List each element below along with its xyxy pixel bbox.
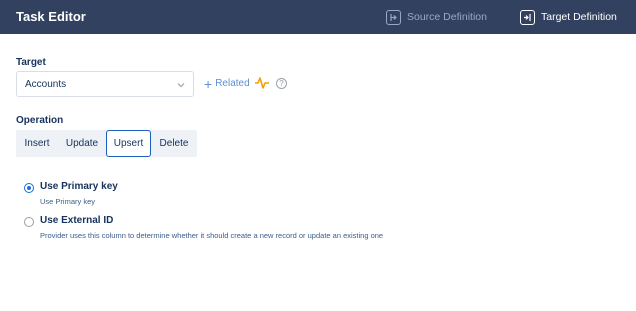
operation-delete[interactable]: Delete	[151, 130, 197, 157]
target-label: Target	[16, 57, 46, 68]
external-id-option[interactable]: Use External ID Provider uses this colum…	[24, 215, 383, 240]
chevron-down-icon	[177, 83, 185, 88]
page-title: Task Editor	[16, 9, 86, 24]
related-link[interactable]: + Related	[204, 75, 250, 92]
target-definition-button[interactable]: Target Definition	[520, 8, 617, 26]
primary-key-title: Use Primary key	[40, 181, 118, 192]
target-select[interactable]: Accounts	[16, 71, 194, 97]
header-bar: Task Editor Source Definition Target Def…	[0, 0, 636, 34]
related-label: Related	[215, 78, 250, 89]
external-id-radio[interactable]	[24, 217, 34, 227]
operation-label: Operation	[16, 115, 64, 126]
primary-key-description: Use Primary key	[40, 197, 96, 206]
target-definition-label: Target Definition	[541, 11, 617, 23]
operation-update[interactable]: Update	[58, 130, 106, 157]
operation-selector: Insert Update Upsert Delete	[16, 130, 197, 157]
pulse-icon[interactable]	[255, 77, 269, 89]
operation-insert[interactable]: Insert	[16, 130, 58, 157]
primary-key-option[interactable]: Use Primary key Use Primary key	[24, 181, 118, 206]
plus-icon: +	[204, 75, 213, 92]
source-definition-label: Source Definition	[407, 11, 487, 23]
source-definition-button[interactable]: Source Definition	[386, 8, 487, 26]
branch-split-icon	[520, 9, 535, 25]
operation-upsert[interactable]: Upsert	[106, 130, 151, 157]
external-id-description: Provider uses this column to determine w…	[40, 231, 384, 240]
external-id-title: Use External ID	[40, 215, 114, 226]
target-select-value: Accounts	[25, 79, 67, 90]
primary-key-radio[interactable]	[24, 183, 34, 193]
help-icon[interactable]: ?	[276, 78, 287, 89]
branch-merge-icon	[386, 9, 401, 25]
